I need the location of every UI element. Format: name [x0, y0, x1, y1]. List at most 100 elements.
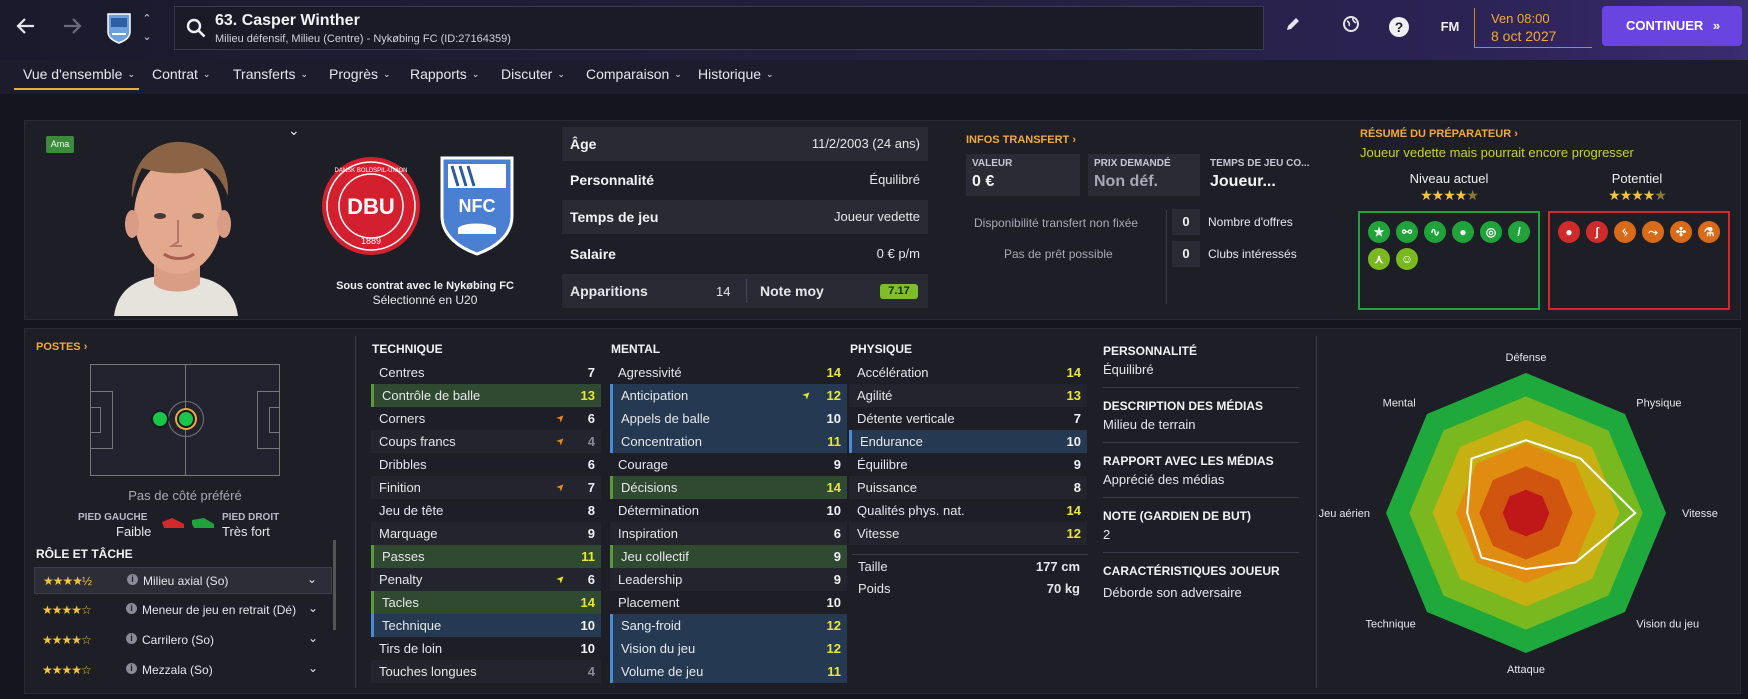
attribute-row[interactable]: Concentration 11 — [610, 430, 847, 453]
attribute-row[interactable]: Courage 9 — [610, 453, 847, 476]
attribute-row[interactable]: Sang-froid 12 — [610, 614, 847, 637]
attribute-row[interactable]: Marquage 9 — [371, 522, 601, 545]
attribute-value: 4 — [587, 434, 595, 449]
roles-scrollbar[interactable] — [333, 540, 336, 630]
attribute-row[interactable]: Appels de balle 10 — [610, 407, 847, 430]
positions-title[interactable]: POSTES › — [36, 341, 87, 353]
tab-progress[interactable]: Progrès ⌄ — [329, 66, 391, 82]
attribute-value: 14 — [1066, 365, 1081, 380]
attribute-row[interactable]: Leadership 9 — [610, 568, 847, 591]
detail-label: CARACTÉRISTIQUES JOUEUR — [1103, 564, 1280, 578]
player-subtitle: Milieu défensif, Milieu (Centre) - Nykøb… — [215, 33, 511, 45]
transfer-title[interactable]: INFOS TRANSFERT › — [966, 134, 1076, 146]
attribute-row[interactable]: Technique 10 — [371, 614, 601, 637]
detail-value: Équilibré — [1103, 362, 1154, 377]
attribute-row[interactable]: Détente verticale 7 — [849, 407, 1087, 430]
attribute-row[interactable]: Contrôle de balle 13 — [371, 384, 601, 407]
continue-button[interactable]: CONTINUER » — [1602, 6, 1742, 46]
attribute-row[interactable]: Qualités phys. nat. 14 — [849, 499, 1087, 522]
attribute-row[interactable]: Équilibre 9 — [849, 453, 1087, 476]
attribute-row[interactable]: Placement 10 — [610, 591, 847, 614]
target-icon[interactable]: ◎ — [1480, 221, 1502, 243]
pencil-icon[interactable] — [1284, 14, 1302, 40]
attribute-row[interactable]: Tirs de loin 10 — [371, 637, 601, 660]
chevron-down-icon[interactable]: ⌄ — [288, 122, 300, 139]
attribute-row[interactable]: Vitesse 12 — [849, 522, 1087, 545]
detail-label: DESCRIPTION DES MÉDIAS — [1103, 399, 1264, 413]
attribute-value: 9 — [833, 572, 841, 587]
help-icon[interactable]: ? — [1389, 14, 1411, 40]
up-down-chevron-icon[interactable]: ⌃ ⌄ — [140, 10, 154, 46]
fm-label[interactable]: FM — [1436, 14, 1464, 40]
lungs-icon[interactable]: ✣ — [1670, 221, 1692, 243]
tab-reports[interactable]: Rapports ⌄ — [410, 66, 479, 82]
attribute-row[interactable]: Endurance 10 — [849, 430, 1087, 453]
attribute-row[interactable]: Passes 11 — [371, 545, 601, 568]
club-badge-icon[interactable] — [106, 12, 132, 44]
continue-label: CONTINUER — [1626, 18, 1704, 33]
attribute-value: 8 — [1073, 480, 1081, 495]
attribute-row[interactable]: Inspiration 6 — [610, 522, 847, 545]
tab-contract[interactable]: Contrat ⌄ — [152, 66, 210, 82]
attribute-row[interactable]: Corners 6 ➤ — [371, 407, 601, 430]
kick-icon[interactable]: ᛃ — [1614, 221, 1636, 243]
attribute-row[interactable]: Coups francs 4 ➤ — [371, 430, 601, 453]
attribute-row[interactable]: Agilité 13 — [849, 384, 1087, 407]
tab-history[interactable]: Historique ⌄ — [698, 66, 774, 82]
attribute-row[interactable]: Touches longues 4 — [371, 660, 601, 683]
role-row[interactable]: ★★★★½ i Milieu axial (So) ⌄ — [34, 567, 332, 594]
attribute-value: 10 — [826, 411, 841, 426]
attribute-row[interactable]: Décisions 14 — [610, 476, 847, 499]
tab-comparison[interactable]: Comparaison ⌄ — [586, 66, 682, 82]
attribute-row[interactable]: Centres 7 — [371, 361, 601, 384]
tab-overview[interactable]: Vue d'ensemble ⌄ — [14, 66, 139, 90]
globe-icon[interactable] — [1340, 14, 1362, 40]
position-dot-mc[interactable] — [177, 410, 195, 428]
attribute-row[interactable]: Agressivité 14 — [610, 361, 847, 384]
boots-icon[interactable]: ⚯ — [1396, 221, 1418, 243]
attribute-row[interactable]: Anticipation 12 ➤ — [610, 384, 847, 407]
run-icon[interactable]: ⋏ — [1368, 248, 1390, 270]
attribute-row[interactable]: Finition 7 ➤ — [371, 476, 601, 499]
bandage-icon[interactable]: / — [1508, 221, 1530, 243]
attribute-row[interactable]: Puissance 8 — [849, 476, 1087, 499]
info-row-salary: Salaire 0 € p/m — [562, 237, 928, 271]
tab-discuss[interactable]: Discuter ⌄ — [501, 66, 565, 82]
forward-arrow-icon[interactable] — [60, 14, 84, 38]
brain-icon[interactable]: ● — [1452, 221, 1474, 243]
coach-title[interactable]: RÉSUMÉ DU PRÉPARATEUR › — [1360, 128, 1518, 140]
smile-icon[interactable]: ☺ — [1396, 248, 1418, 270]
search-icon[interactable] — [185, 17, 207, 39]
position-pitch[interactable] — [90, 364, 280, 476]
attribute-name: Placement — [618, 595, 680, 610]
physical-title: PHYSIQUE — [850, 342, 913, 356]
role-row[interactable]: ★★★★☆ i Mezzala (So) ⌄ — [34, 657, 332, 684]
star-icon[interactable]: ★ — [1368, 221, 1390, 243]
attribute-row[interactable]: Dribbles 6 — [371, 453, 601, 476]
flask-icon[interactable]: ⚗ — [1698, 221, 1720, 243]
back-arrow-icon[interactable] — [14, 14, 38, 38]
attribute-row[interactable]: Jeu collectif 9 — [610, 545, 847, 568]
tab-transfers[interactable]: Transferts ⌄ — [233, 66, 308, 82]
role-row[interactable]: ★★★★☆ i Carrilero (So) ⌄ — [34, 627, 332, 654]
offers-count: 0 — [1172, 209, 1200, 235]
attribute-row[interactable]: Jeu de tête 8 — [371, 499, 601, 522]
attribute-row[interactable]: Penalty 6 ➤ — [371, 568, 601, 591]
info-label: Âge — [570, 136, 597, 152]
wave-icon[interactable]: ∿ — [1424, 221, 1446, 243]
ankle-icon[interactable]: ʃ — [1586, 221, 1608, 243]
divider — [746, 279, 747, 303]
attribute-row[interactable]: Volume de jeu 11 — [610, 660, 847, 683]
position-dot-dm[interactable] — [151, 410, 169, 428]
ball-icon[interactable]: ● — [1558, 221, 1580, 243]
chevron-down-icon: ⌄ — [766, 69, 774, 79]
search-bar[interactable]: 63. Casper Winther Milieu défensif, Mili… — [174, 6, 1264, 50]
asking-box: PRIX DEMANDÉ Non déf. — [1088, 154, 1200, 196]
tackle-icon[interactable]: ⤳ — [1642, 221, 1664, 243]
attribute-row[interactable]: Accélération 14 — [849, 361, 1087, 384]
potential-stars: ★★★★★ — [1608, 187, 1667, 203]
attribute-row[interactable]: Tacles 14 — [371, 591, 601, 614]
attribute-row[interactable]: Vision du jeu 12 — [610, 637, 847, 660]
role-row[interactable]: ★★★★☆ i Meneur de jeu en retrait (Dé) ⌄ — [34, 597, 332, 624]
attribute-row[interactable]: Détermination 10 — [610, 499, 847, 522]
